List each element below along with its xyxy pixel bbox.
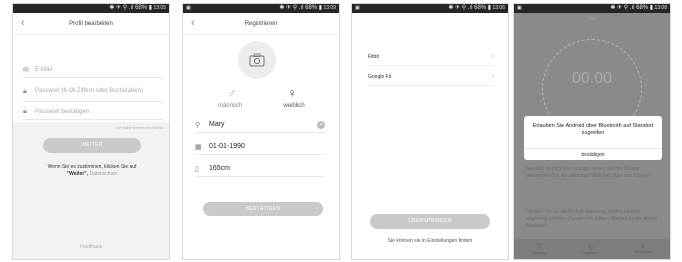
list-item-fitbit[interactable]: Fitbit › [368,48,494,66]
measurement-time: 00.00 [571,70,613,87]
status-right: ✱ ✈ ⚲ .ıl 68% ▮ 13:06 [448,4,505,13]
status-right: ✱ ✈ ⚲ .ıl 68% ▮ 13:09 [279,4,336,13]
height-value: 165cm [209,165,231,172]
status-left: ▣ [355,5,360,11]
dialog-confirm-button[interactable]: bestätigen [524,148,662,160]
ruler-icon: ▯ [195,165,199,173]
status-left: ▣ [517,5,522,11]
name-value: Mary [209,121,225,128]
page-title: Profil bearbeiten [69,20,113,27]
tab-measurement[interactable]: ⛉ Messung [532,244,546,255]
camera-icon [249,53,265,67]
user-icon: ⚲ [195,121,201,129]
height-field[interactable]: ▯ 165cm [195,161,325,177]
status-bar: ✱ ✈ ⚲ .ıl 68% ▮ 13:05 [13,4,169,13]
status-left: ▣ [186,5,191,11]
birthday-field[interactable]: ▦ 01-01-1990 [195,139,325,155]
consent-sentence: Wenn Sie es zustimmen, klicken Sie auf [47,164,137,170]
lock-icon: 🔒︎ [23,87,27,95]
confirm-password-field[interactable]: 🔒︎ Passwort bestätigen [23,104,163,120]
status-right: ✱ ✈ ⚲ .ıl 68% ▮ 13:08 [610,4,667,13]
male-icon: ♂ [227,86,237,100]
mail-icon: ✉ [23,66,29,74]
status-time: 13:09 [323,5,336,11]
screen-register: ▣ ✱ ✈ ⚲ .ıl 68% ▮ 13:09 ‹ Registrieren ♂… [182,3,340,260]
tab-bar: ⛉ Messung ◎ Diagramm ☺ Mein Konto [514,239,670,259]
password-placeholder: Passwort (6-16 Ziffern oder Buchstaben) [35,88,143,94]
status-time: 13:06 [492,5,505,11]
tab-label: Messung [531,250,547,255]
tab-chart[interactable]: ◎ Diagramm [582,244,598,255]
birthday-value: 01-01-1990 [209,143,245,150]
confirm-placeholder: Passwort bestätigen [35,108,90,115]
have-account-link[interactable]: Ich habe bereits ein Konto [117,125,163,130]
password-field[interactable]: 🔒︎ Passwort (6-16 Ziffern oder Buchstabe… [23,82,163,102]
page-title: Registrieren [244,20,278,27]
header-label: Hea [587,16,597,22]
next-button[interactable]: WEITER [43,138,141,153]
email-field[interactable]: ✉ E-Mail [23,62,163,78]
back-icon[interactable]: ‹ [191,17,195,29]
chart-icon: ◎ [587,244,593,251]
back-icon[interactable]: ‹ [21,17,25,29]
nav-bar: ‹ Registrieren [183,13,339,35]
gender-female-label: weiblich [283,103,305,109]
shield-icon: ⛉ [536,243,542,250]
consent-text: Wenn Sie es zustimmen, klicken Sie auf "… [19,164,165,178]
chevron-right-icon: › [491,73,494,80]
status-bar: ▣ ✱ ✈ ⚲ .ıl 68% ▮ 13:09 [183,4,339,13]
confirm-button[interactable]: BESTÄTIGEN [203,202,323,216]
lock-icon: 🔒︎ [23,107,27,115]
info-text-1: Genießt es nicht das einzige, sehen auf … [526,166,651,179]
privacy-link[interactable]: Datenschutz [89,171,117,177]
chevron-right-icon: › [491,53,494,60]
avatar-upload[interactable] [238,41,276,79]
status-icons: ✱ ✈ ⚲ .ıl 68% ▮ [610,5,654,11]
name-field[interactable]: ⚲ Mary × [195,117,325,133]
gender-male-option[interactable]: ♂ [217,86,247,100]
calendar-icon: ▦ [195,143,202,151]
female-icon: ♀ [287,86,297,100]
list-item-google-fit[interactable]: Google Fit › [368,68,494,86]
gender-male-label: männlich [217,103,242,109]
dialog-message: Erlauben Sie Android über Bluetooth auf … [532,123,654,136]
nav-bar: ‹ Profil bearbeiten [13,13,169,35]
status-time: 13:05 [153,5,166,11]
tab-account[interactable]: ☺ Mein Konto [634,244,652,254]
list-item-label: Fitbit [368,53,379,60]
email-placeholder: E-Mail [35,66,53,73]
screen-measurement: ▣ ✱ ✈ ⚲ .ıl 68% ▮ 13:08 Hea 00.00 Erlaub… [513,3,671,260]
info-text-2: Denken Sie an die Bettluft-Messung. Sich… [526,209,658,229]
status-bar: ▣ ✱ ✈ ⚲ .ıl 68% ▮ 13:06 [352,4,508,13]
feedback-link[interactable]: Feedback [13,244,169,250]
tab-label: Mein Konto [634,250,652,254]
status-time: 13:08 [654,5,667,11]
gender-female-option[interactable]: ♀ [277,86,307,100]
status-icons: ✱ ✈ ⚲ .ıl 68% ▮ [448,5,492,11]
screen-connect-apps: ▣ ✱ ✈ ⚲ .ıl 68% ▮ 13:06 Fitbit › Google … [351,3,509,260]
status-icons: ✱ ✈ ⚲ .ıl 68% ▮ [279,5,323,11]
clear-icon[interactable]: × [317,120,325,129]
screen-edit-profile: ✱ ✈ ⚲ .ıl 68% ▮ 13:05 ‹ Profil bearbeite… [12,3,170,260]
status-icons: ✱ ✈ ⚲ .ıl 68% ▮ [109,5,153,11]
skip-button[interactable]: ÜBERSPRINGEN [370,214,490,229]
list-item-label: Google Fit [368,73,392,80]
status-right: ✱ ✈ ⚲ .ıl 68% ▮ 13:05 [109,4,166,13]
consent-word: "Weiter", [66,171,89,177]
tab-label: Diagramm [582,250,599,255]
settings-hint: Sie können sie in Einstellungen finden [387,238,473,244]
permission-dialog: Erlauben Sie Android über Bluetooth auf … [524,116,662,160]
status-bar: ▣ ✱ ✈ ⚲ .ıl 68% ▮ 13:08 [514,4,670,13]
